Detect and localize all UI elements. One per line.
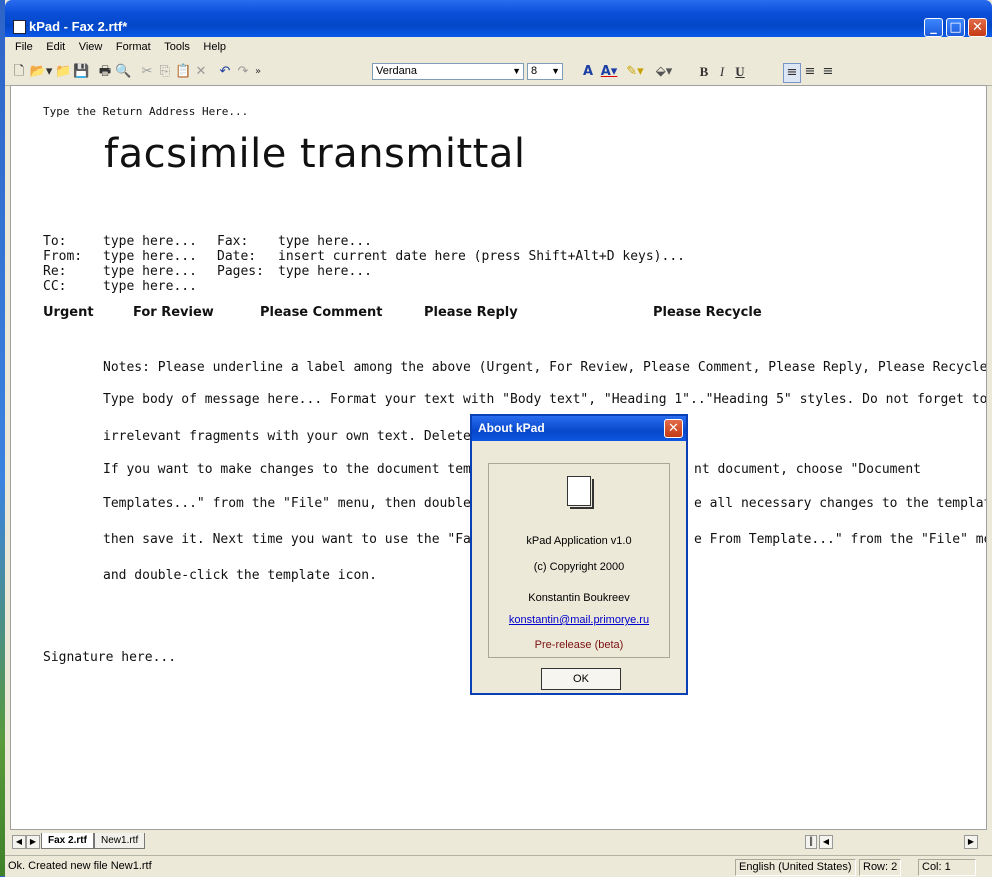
save-icon[interactable]: 💾 [73,63,89,81]
body-paragraph: If you want to make changes to the docum… [103,462,495,477]
field-value: type here... [278,234,372,249]
window-title: kPad - Fax 2.rtf* [29,19,128,34]
about-panel: kPad Application v1.0 (c) Copyright 2000… [488,463,670,658]
body-paragraph: e all necessary changes to the template, [694,496,987,511]
field-label: To: [43,234,67,249]
align-right-icon[interactable]: ≡ [820,63,836,81]
font-name-combo[interactable]: Verdana ▼ [372,63,524,80]
field-value: type here... [278,264,372,279]
field-label: Pages: [217,264,264,279]
body-paragraph: Templates..." from the "File" menu, then… [103,496,518,511]
menu-bar: File Edit View Format Tools Help [5,37,992,60]
cut-icon[interactable]: ✂ [139,63,155,81]
return-address: Type the Return Address Here... [43,105,249,118]
body-paragraph: e From Template..." from the "File" menu [694,532,987,547]
paste-icon[interactable]: 📋 [175,63,191,81]
underline-icon[interactable]: U [733,63,747,81]
dialog-title[interactable]: About kPad [472,416,686,441]
flag-urgent: Urgent [43,305,94,320]
status-message: Ok. Created new file New1.rtf [8,860,152,872]
field-value: type here... [103,249,197,264]
document-tab-bar: ◀ ▶ Fax 2.rtf New1.rtf ║ ◀ ▶ [10,833,987,851]
undo-icon[interactable]: ↶ [217,63,233,81]
align-left-icon[interactable]: ≡ [783,63,801,83]
font-size-value: 8 [531,65,538,77]
status-bar: Ok. Created new file New1.rtf English (U… [5,855,992,877]
minimize-button[interactable]: _ [924,18,943,37]
tab-scroll-left-icon[interactable]: ◀ [12,835,26,849]
new-file-icon[interactable]: 🗋 [11,63,27,81]
delete-icon[interactable]: ✕ [193,63,209,81]
open-folder-icon[interactable]: 📁 [55,63,71,81]
release-status: Pre-release (beta) [534,639,624,651]
app-icon [13,20,26,34]
field-value: insert current date here (press Shift+Al… [278,249,685,264]
title-bar[interactable]: kPad - Fax 2.rtf* _ □ ✕ [5,0,992,37]
field-value: type here... [103,279,197,294]
signature: Signature here... [43,650,177,665]
highlight-icon[interactable]: ✎▾ [623,63,647,81]
find-icon[interactable]: 🔍 [115,63,131,81]
field-label: Fax: [217,234,249,249]
app-version: kPad Application v1.0 [526,535,632,547]
flag-please-comment: Please Comment [260,305,383,320]
field-label: CC: [43,279,67,294]
flag-for-review: For Review [133,305,214,320]
font-name-value: Verdana [376,65,417,77]
menu-format[interactable]: Format [116,41,151,53]
font-size-combo[interactable]: 8 ▼ [527,63,563,80]
document-heading: facsimile transmittal [104,131,526,177]
field-value: type here... [103,264,197,279]
status-col: Col: 1 [918,859,976,876]
body-paragraph: then save it. Next time you want to use … [103,532,518,547]
status-language: English (United States) [735,859,856,876]
copy-icon[interactable]: ⎘ [157,63,173,81]
dialog-close-button[interactable]: ✕ [664,419,683,438]
font-color-icon[interactable]: A▾ [598,63,620,81]
chevron-down-icon: ▼ [512,66,521,76]
bold-icon[interactable]: B [697,63,711,81]
print-icon[interactable]: 🖶 [97,63,113,81]
tab-scroll-right-icon[interactable]: ▶ [26,835,40,849]
redo-icon[interactable]: ↷ [235,63,251,81]
toolbar: 🗋 📂▾ 📁 💾 🖶 🔍 ✂ ⎘ 📋 ✕ ↶ ↷ » Verdana ▼ 8 ▼… [5,59,992,86]
email-link[interactable]: konstantin@mail.primorye.ru [489,614,669,626]
field-label: Re: [43,264,67,279]
hscroll-divider[interactable]: ║ [805,835,817,849]
maximize-button[interactable]: □ [946,18,965,37]
body-paragraph: Notes: Please underline a label among th… [103,360,987,375]
align-center-icon[interactable]: ≡ [802,63,818,81]
flag-please-reply: Please Reply [424,305,518,320]
body-paragraph: nt document, choose "Document [694,462,921,477]
menu-file[interactable]: File [15,41,33,53]
body-paragraph: irrelevant fragments with your own text.… [103,429,510,444]
open-file-icon[interactable]: 📂▾ [29,63,53,81]
tab-new1[interactable]: New1.rtf [94,833,146,849]
close-button[interactable]: ✕ [968,18,987,37]
document-icon [567,476,594,509]
hscroll-right-icon[interactable]: ▶ [964,835,978,849]
body-paragraph: and double-click the template icon. [103,568,377,583]
italic-icon[interactable]: I [715,63,729,81]
field-label: From: [43,249,83,264]
status-row: Row: 2 [859,859,902,876]
tab-fax-2[interactable]: Fax 2.rtf [41,833,94,849]
menu-view[interactable]: View [79,41,103,53]
about-dialog: About kPad ✕ kPad Application v1.0 (c) C… [470,414,688,695]
copyright-text: (c) Copyright 2000 [533,561,625,573]
background-color-icon[interactable]: ⬙▾ [651,63,677,81]
menu-edit[interactable]: Edit [46,41,65,53]
author-name: Konstantin Boukreev [528,592,630,604]
menu-help[interactable]: Help [203,41,226,53]
grow-font-icon[interactable]: A [581,63,595,81]
overflow-chevron-icon[interactable]: » [253,63,263,81]
menu-tools[interactable]: Tools [164,41,190,53]
body-paragraph: Type body of message here... Format your… [103,392,987,407]
chevron-down-icon: ▼ [551,66,560,76]
hscroll-left-icon[interactable]: ◀ [819,835,833,849]
field-label: Date: [217,249,257,264]
ok-button[interactable]: OK [541,668,621,690]
flag-please-recycle: Please Recycle [653,305,762,320]
field-value: type here... [103,234,197,249]
